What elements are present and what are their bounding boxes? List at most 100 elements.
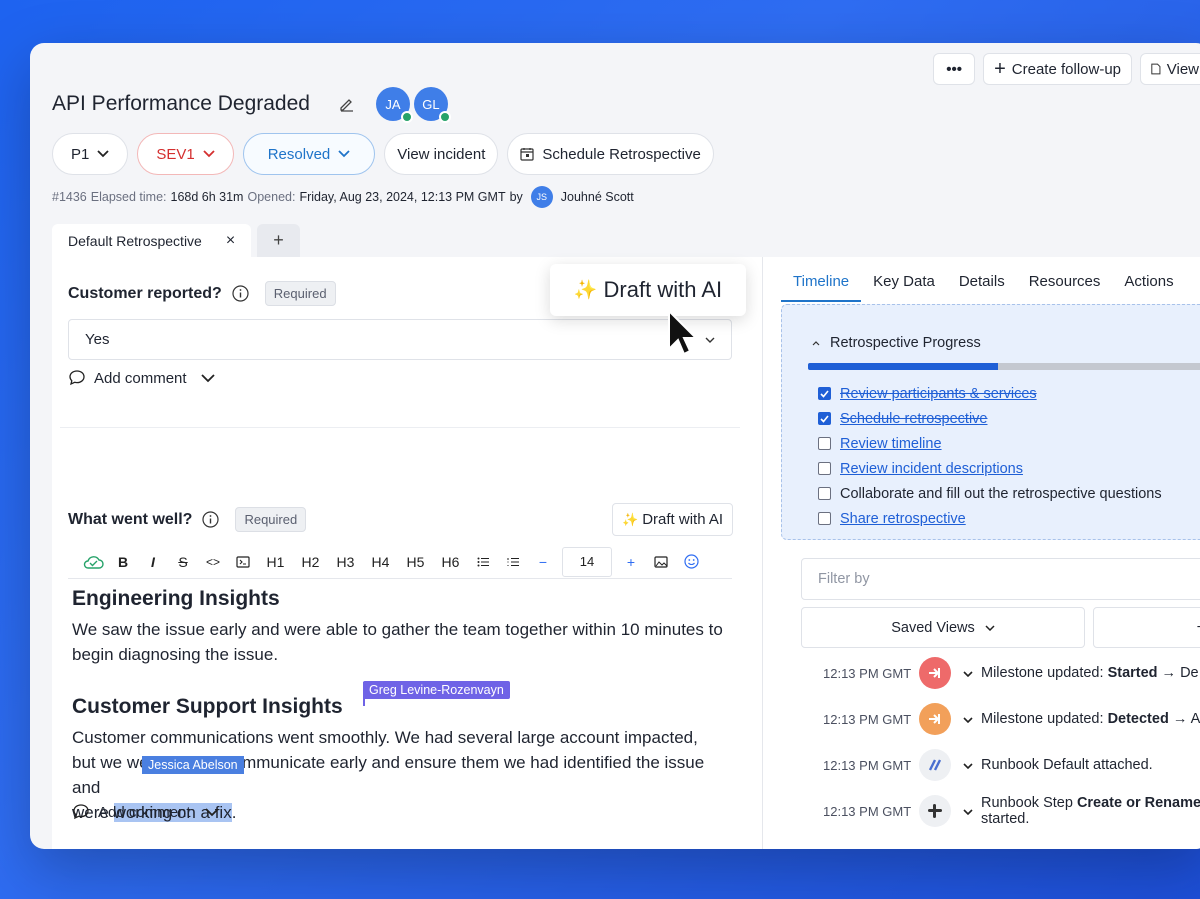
view-label: View bbox=[1166, 60, 1199, 78]
opened-by-user[interactable]: Jouhné Scott bbox=[561, 190, 634, 204]
heading-5-button[interactable]: H5 bbox=[398, 547, 433, 577]
timeline-row[interactable]: 12:13 PM GMT Runbook Default attached. bbox=[823, 749, 1200, 781]
checklist-link[interactable]: Schedule retrospective bbox=[840, 411, 988, 427]
tab-timeline[interactable]: Timeline bbox=[781, 265, 862, 302]
tab-label: Default Retrospective bbox=[68, 232, 202, 249]
bold-button[interactable]: B bbox=[108, 547, 138, 577]
more-button[interactable]: ••• bbox=[933, 53, 976, 85]
draft-with-ai-popup-button[interactable]: ✨ Draft with AI bbox=[550, 264, 746, 316]
customer-reported-select[interactable]: Yes bbox=[68, 319, 732, 360]
info-icon[interactable] bbox=[232, 285, 249, 302]
tab-details[interactable]: Details bbox=[947, 265, 1017, 302]
tab-key-data[interactable]: Key Data bbox=[861, 265, 947, 302]
create-followup-button[interactable]: + Create follow-up bbox=[983, 53, 1132, 85]
checkbox[interactable] bbox=[818, 437, 831, 450]
draft-popup-label: Draft with AI bbox=[603, 277, 723, 302]
checklist-item: Schedule retrospective bbox=[818, 406, 1162, 431]
incident-id: #1436 bbox=[52, 190, 87, 204]
chevron-down-icon bbox=[985, 624, 995, 631]
tab-default-retrospective[interactable]: Default Retrospective × bbox=[52, 224, 252, 257]
checklist-item: Review participants & services bbox=[818, 381, 1162, 406]
progress-title: Retrospective Progress bbox=[830, 335, 981, 351]
checklist-link[interactable]: Share retrospective bbox=[840, 511, 966, 527]
calendar-icon bbox=[520, 148, 534, 161]
bullet-list-button[interactable] bbox=[468, 547, 498, 577]
checkbox[interactable] bbox=[818, 412, 831, 425]
severity-dropdown[interactable]: SEV1 bbox=[137, 133, 234, 175]
heading-4-button[interactable]: H4 bbox=[363, 547, 398, 577]
add-comment-button[interactable]: Add comment bbox=[72, 803, 219, 821]
code-button[interactable]: <> bbox=[198, 547, 228, 577]
divider bbox=[60, 427, 740, 428]
add-tab-button[interactable]: + bbox=[257, 224, 300, 257]
chevron-down-icon[interactable] bbox=[963, 711, 973, 727]
increase-font-button[interactable]: + bbox=[616, 547, 646, 577]
image-button[interactable] bbox=[646, 547, 676, 577]
view-incident-button[interactable]: View incident bbox=[384, 133, 499, 175]
avatar[interactable]: JS bbox=[530, 186, 553, 208]
heading-1-button[interactable]: H1 bbox=[258, 547, 293, 577]
view-button[interactable]: View bbox=[1140, 53, 1200, 85]
online-status-icon bbox=[438, 111, 451, 123]
italic-button[interactable]: I bbox=[138, 547, 168, 577]
font-size-input[interactable]: 14 bbox=[562, 546, 612, 577]
chevron-down-icon[interactable] bbox=[963, 757, 973, 773]
numbered-list-button[interactable] bbox=[498, 547, 528, 577]
draft-label: Draft with AI bbox=[642, 511, 724, 528]
checkbox[interactable] bbox=[818, 462, 831, 475]
comment-icon bbox=[73, 804, 89, 820]
checklist-link[interactable]: Review timeline bbox=[840, 436, 942, 452]
cloud-saved-icon bbox=[78, 547, 108, 577]
add-comment-button[interactable]: Add comment bbox=[68, 369, 215, 387]
edit-icon[interactable] bbox=[338, 95, 356, 113]
emoji-button[interactable] bbox=[676, 547, 706, 577]
participant-avatars: JA GL bbox=[375, 87, 451, 123]
select-value: Yes bbox=[85, 331, 110, 348]
code-block-icon bbox=[236, 555, 250, 568]
timeline-row[interactable]: 12:13 PM GMT Milestone updated: Detected … bbox=[823, 703, 1200, 735]
progress-header[interactable]: Retrospective Progress bbox=[812, 335, 981, 351]
chevron-down-icon bbox=[97, 150, 109, 158]
milestone-detected-icon bbox=[919, 703, 951, 735]
checkbox[interactable] bbox=[818, 387, 831, 400]
sparkles-icon: ✨ bbox=[622, 511, 639, 527]
draft-with-ai-button[interactable]: ✨ Draft with AI bbox=[612, 503, 734, 536]
checkbox[interactable] bbox=[818, 512, 831, 525]
close-icon[interactable]: × bbox=[226, 232, 235, 250]
chevron-down-icon bbox=[200, 373, 215, 382]
filter-input[interactable]: Filter by bbox=[801, 558, 1200, 600]
strikethrough-button[interactable]: S bbox=[168, 547, 198, 577]
add-comment-label: Add comment bbox=[94, 369, 187, 387]
timeline-text: Runbook Default attached. bbox=[981, 757, 1153, 773]
avatar[interactable]: GL bbox=[413, 87, 451, 123]
chevron-down-icon bbox=[338, 150, 350, 158]
heading-2-button[interactable]: H2 bbox=[293, 547, 328, 577]
checklist-item: Collaborate and fill out the retrospecti… bbox=[818, 481, 1162, 506]
elapsed-value: 168d 6h 31m bbox=[170, 190, 244, 204]
tab-resources[interactable]: Resources bbox=[1017, 265, 1113, 302]
schedule-retrospective-button[interactable]: Schedule Retrospective bbox=[507, 133, 714, 175]
tab-actions[interactable]: Actions bbox=[1112, 265, 1185, 302]
checkbox[interactable] bbox=[818, 487, 831, 500]
heading-3-button[interactable]: H3 bbox=[328, 547, 363, 577]
timeline-row[interactable]: 12:13 PM GMT Milestone updated: Started →… bbox=[823, 657, 1200, 689]
info-icon[interactable] bbox=[202, 511, 220, 528]
decrease-font-button[interactable]: − bbox=[528, 547, 558, 577]
heading-6-button[interactable]: H6 bbox=[433, 547, 468, 577]
question-what-went-well: What went well? Required bbox=[68, 507, 307, 532]
checklist-link[interactable]: Review participants & services bbox=[840, 386, 1037, 402]
priority-dropdown[interactable]: P1 bbox=[52, 133, 129, 175]
avatar[interactable]: JA bbox=[375, 87, 413, 123]
progress-bar bbox=[808, 363, 1200, 370]
saved-views-dropdown[interactable]: Saved Views bbox=[801, 607, 1085, 648]
chevron-down-icon[interactable] bbox=[963, 803, 973, 819]
add-view-button[interactable]: + bbox=[1093, 607, 1200, 648]
chevron-down-icon bbox=[204, 807, 219, 816]
page-title: API Performance Degraded bbox=[52, 92, 310, 115]
timeline-row[interactable]: 12:13 PM GMT Runbook Step Create or Renam… bbox=[823, 795, 1200, 827]
state-dropdown[interactable]: Resolved bbox=[242, 133, 376, 175]
code-block-button[interactable] bbox=[228, 547, 258, 577]
rich-text-editor[interactable]: Engineering Insights We saw the issue ea… bbox=[72, 587, 732, 825]
chevron-down-icon[interactable] bbox=[963, 665, 973, 681]
checklist-link[interactable]: Review incident descriptions bbox=[840, 461, 1023, 477]
